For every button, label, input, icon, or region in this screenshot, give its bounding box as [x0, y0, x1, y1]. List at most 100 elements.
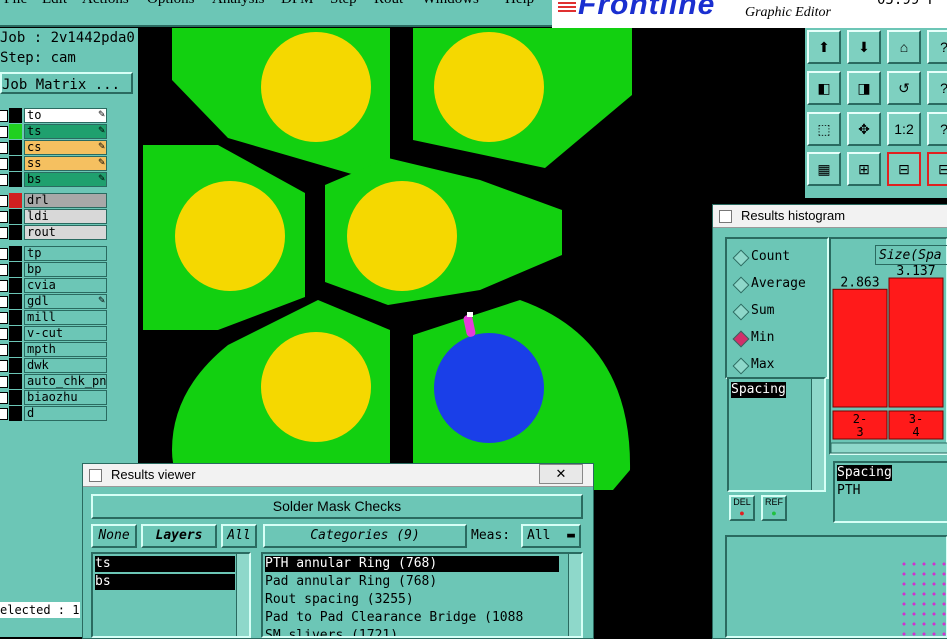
zoom-home-button[interactable]: ⬆ — [807, 30, 841, 64]
layer-color-swatch[interactable] — [9, 278, 22, 293]
histogram-bar[interactable] — [888, 277, 944, 408]
layer-checkbox[interactable] — [0, 344, 8, 356]
layer-name[interactable]: ts — [24, 124, 107, 139]
list-item[interactable]: Spacing — [837, 465, 892, 481]
menu-rout[interactable]: Rout — [374, 0, 403, 8]
layer-row-cvia[interactable]: cvia — [0, 278, 110, 293]
layer-checkbox[interactable] — [0, 195, 8, 207]
layer-color-swatch[interactable] — [9, 140, 22, 155]
scale-button[interactable]: 1:2 — [887, 112, 921, 146]
mode-radio-average[interactable] — [732, 276, 750, 294]
layer-checkbox[interactable] — [0, 376, 8, 388]
layer-name[interactable]: to — [24, 108, 107, 123]
layer-checkbox[interactable] — [0, 296, 8, 308]
layer-color-swatch[interactable] — [9, 294, 22, 309]
check-name-header[interactable]: Solder Mask Checks — [91, 494, 583, 519]
layer-color-swatch[interactable] — [9, 172, 22, 187]
layer-toggle-button-2[interactable]: ⊟ — [927, 152, 947, 186]
mode-radio-max[interactable] — [732, 357, 750, 375]
layer-name[interactable]: mill — [24, 310, 107, 325]
layer-color-swatch[interactable] — [9, 342, 22, 357]
layer-color-swatch[interactable] — [9, 390, 22, 405]
layer-row-rout[interactable]: rout — [0, 225, 110, 240]
grid-button[interactable]: ▦ — [807, 152, 841, 186]
mode-radio-sum[interactable] — [732, 303, 750, 321]
layer-checkbox[interactable] — [0, 264, 8, 276]
mode-radio-count[interactable] — [732, 249, 750, 267]
layer-checkbox[interactable] — [0, 280, 8, 292]
viewer-titlebar[interactable]: Results viewer ✕ — [83, 464, 593, 487]
histogram-titlebar[interactable]: Results histogram — [713, 205, 947, 228]
help-button-2[interactable]: ? — [927, 71, 947, 105]
layer-name[interactable]: ss — [24, 156, 107, 171]
layer-name[interactable]: rout — [24, 225, 107, 240]
histogram-bar[interactable] — [832, 288, 888, 408]
layer-color-swatch[interactable] — [9, 156, 22, 171]
menu-edit[interactable]: Edit — [42, 0, 67, 8]
layer-checkbox[interactable] — [0, 142, 8, 154]
layer-checkbox[interactable] — [0, 312, 8, 324]
layer-row-biaozhu[interactable]: biaozhu — [0, 390, 110, 405]
pan-left-button[interactable]: ◧ — [807, 71, 841, 105]
layer-color-swatch[interactable] — [9, 225, 22, 240]
fit-view-button[interactable]: ⬚ — [807, 112, 841, 146]
histogram-param-list[interactable]: Spacing — [727, 377, 826, 492]
layer-row-dwk[interactable]: dwk — [0, 358, 110, 373]
layer-name[interactable]: ldi — [24, 209, 107, 224]
layers-button[interactable]: Layers — [141, 524, 217, 548]
layer-checkbox[interactable] — [0, 110, 8, 122]
chart-hscrollbar[interactable] — [831, 442, 947, 454]
job-matrix-button[interactable]: Job Matrix ... — [0, 72, 133, 94]
snap-button[interactable]: ⊞ — [847, 152, 881, 186]
list-item[interactable]: PTH annular Ring (768) — [265, 556, 559, 572]
layer-color-swatch[interactable] — [9, 246, 22, 261]
list-item[interactable]: Pad to Pad Clearance Bridge (1088 — [265, 610, 561, 626]
layer-name[interactable]: biaozhu — [24, 390, 107, 405]
list-item[interactable]: Spacing — [731, 382, 786, 398]
layer-row-bp[interactable]: bp — [0, 262, 110, 277]
layer-row-ldi[interactable]: ldi — [0, 209, 110, 224]
layer-name[interactable]: bs — [24, 172, 107, 187]
layer-name[interactable]: bp — [24, 262, 107, 277]
meas-dropdown[interactable]: All ▬ — [521, 524, 581, 548]
list-scrollbar[interactable] — [811, 379, 824, 490]
ref-button[interactable]: REF ● — [761, 495, 787, 521]
layer-color-swatch[interactable] — [9, 193, 22, 208]
layer-checkbox[interactable] — [0, 248, 8, 260]
layer-color-swatch[interactable] — [9, 262, 22, 277]
layer-checkbox[interactable] — [0, 328, 8, 340]
layer-row-drl[interactable]: drl — [0, 193, 110, 208]
layer-color-swatch[interactable] — [9, 108, 22, 123]
zoom-out-button[interactable]: ⬇ — [847, 30, 881, 64]
layer-name[interactable]: d — [24, 406, 107, 421]
layer-checkbox[interactable] — [0, 392, 8, 404]
mode-radio-min[interactable] — [732, 330, 750, 348]
layer-color-swatch[interactable] — [9, 374, 22, 389]
list-item[interactable]: Pad annular Ring (768) — [265, 574, 437, 590]
layer-row-v-cut[interactable]: v-cut — [0, 326, 110, 341]
layer-row-tp[interactable]: tp — [0, 246, 110, 261]
list-item[interactable]: ts — [95, 556, 235, 572]
layer-row-ss[interactable]: ss ✎ — [0, 156, 110, 171]
layer-checkbox[interactable] — [0, 126, 8, 138]
layer-name[interactable]: dwk — [24, 358, 107, 373]
category-results-list[interactable]: PTH annular Ring (768) Pad annular Ring … — [261, 552, 583, 638]
none-button[interactable]: None — [91, 524, 137, 548]
layer-checkbox[interactable] — [0, 227, 8, 239]
layer-checkbox[interactable] — [0, 211, 8, 223]
layer-row-to[interactable]: to ✎ — [0, 108, 110, 123]
list-scrollbar[interactable] — [568, 554, 581, 636]
layer-row-auto_chk_pn[interactable]: auto_chk_pn — [0, 374, 110, 389]
undo-button[interactable]: ↺ — [887, 71, 921, 105]
help-button[interactable]: ? — [927, 30, 947, 64]
layer-color-swatch[interactable] — [9, 209, 22, 224]
menu-step[interactable]: Step — [330, 0, 357, 8]
layer-color-swatch[interactable] — [9, 310, 22, 325]
menu-dfm[interactable]: DFM — [281, 0, 314, 8]
layer-name[interactable]: mpth — [24, 342, 107, 357]
pan-right-button[interactable]: ◨ — [847, 71, 881, 105]
layer-name[interactable]: v-cut — [24, 326, 107, 341]
layer-name[interactable]: drl — [24, 193, 107, 208]
close-icon[interactable]: ✕ — [539, 464, 583, 484]
layer-results-list[interactable]: ts bs — [91, 552, 251, 638]
